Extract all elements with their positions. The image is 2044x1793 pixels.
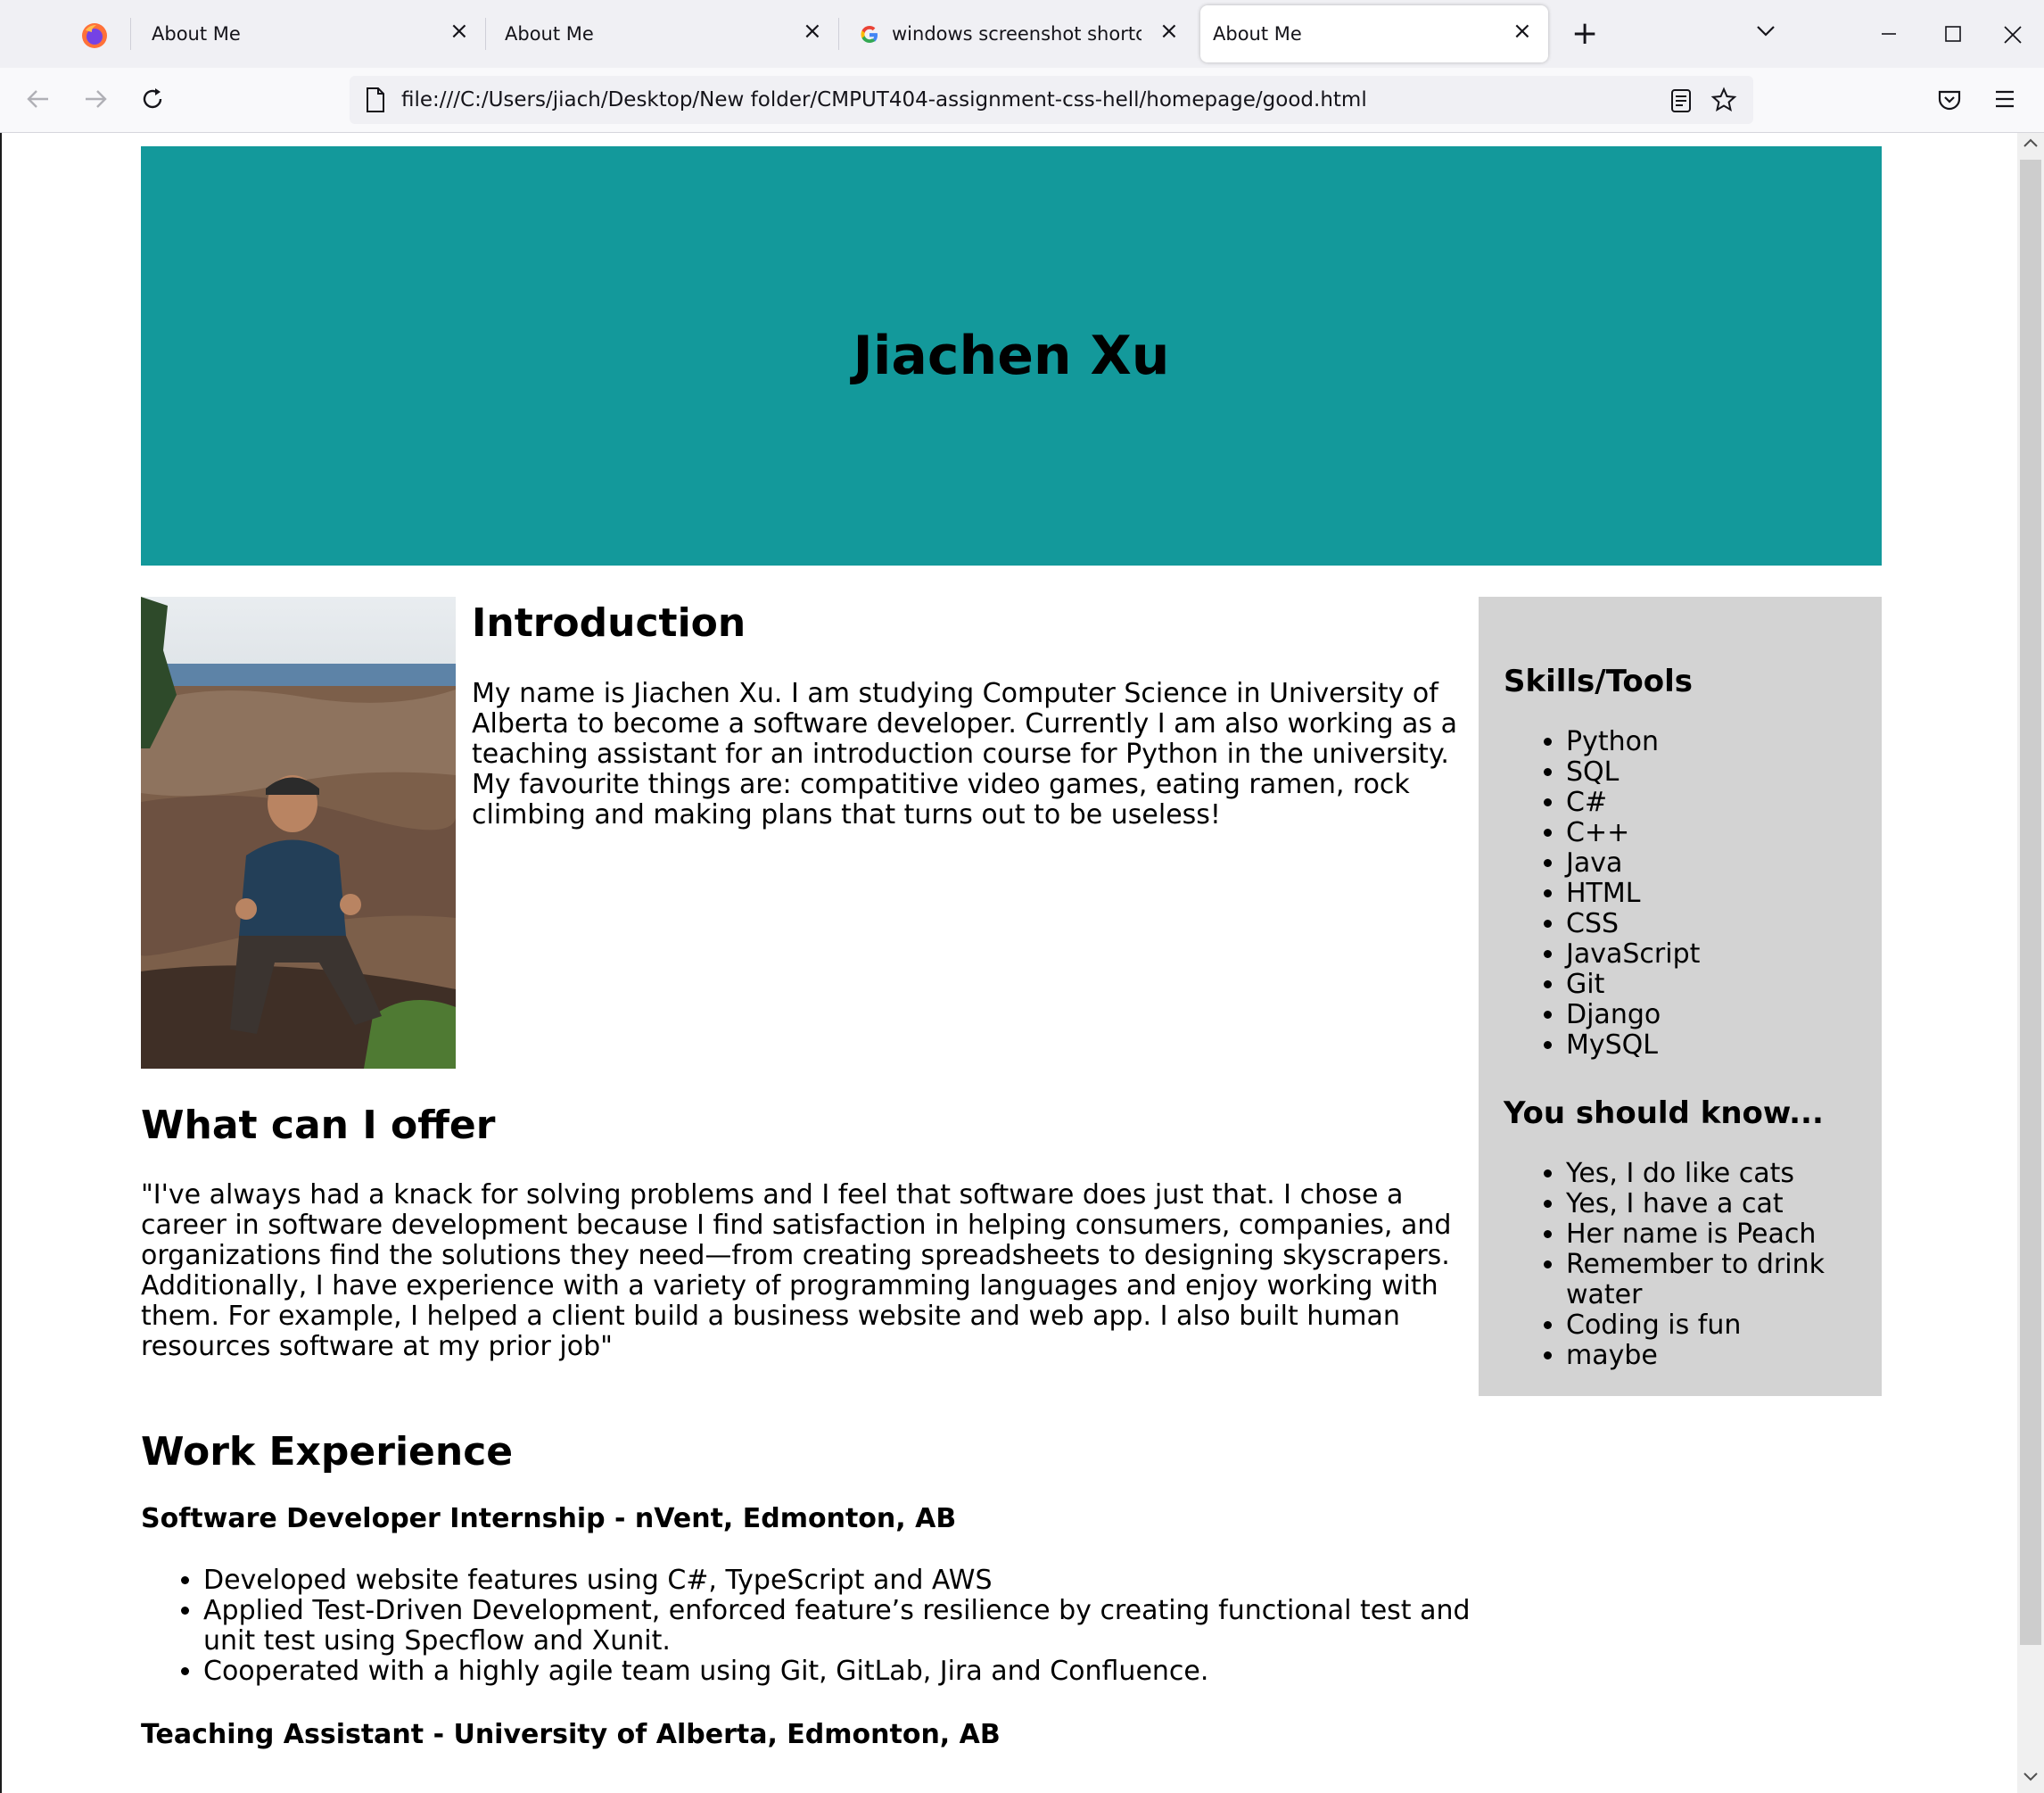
close-icon[interactable]: × — [449, 18, 469, 45]
sidebar: Skills/Tools Python SQL C# C++ Java HTML… — [1479, 597, 1882, 1396]
tab-bar: About Me × About Me × windows screenshot… — [0, 0, 2044, 69]
tab-title: About Me — [1213, 23, 1302, 45]
list-item: C# — [1566, 788, 1882, 818]
you-should-know-heading: You should know... — [1504, 1095, 1824, 1131]
page-title: Jiachen Xu — [853, 325, 1170, 387]
tab-title: windows screenshot shortcut - ( — [892, 23, 1142, 45]
list-item: Developed website features using C#, Typ… — [203, 1566, 1479, 1596]
tab-about-me-1[interactable]: About Me × — [132, 5, 482, 62]
list-item: Git — [1566, 970, 1882, 1000]
profile-photo — [141, 597, 456, 1069]
tab-title: About Me — [152, 23, 241, 45]
reload-icon[interactable] — [139, 86, 166, 112]
skills-heading: Skills/Tools — [1504, 664, 1694, 699]
introduction-text: My name is Jiachen Xu. I am studying Com… — [472, 678, 1457, 830]
list-item: Coding is fun — [1566, 1310, 1882, 1341]
list-item: maybe — [1566, 1341, 1882, 1371]
work-experience-section: Work Experience Software Developer Inter… — [141, 1426, 1479, 1751]
list-item: Python — [1566, 727, 1882, 757]
offer-section: What can I offer "I've always had a knac… — [141, 1100, 1479, 1362]
list-item: JavaScript — [1566, 939, 1882, 970]
close-icon[interactable]: × — [1512, 18, 1532, 45]
tab-separator — [130, 18, 131, 50]
navigation-toolbar: file:///C:/Users/jiach/Desktop/New folde… — [0, 68, 2044, 133]
bookmark-star-icon[interactable] — [1710, 87, 1737, 113]
address-bar[interactable]: file:///C:/Users/jiach/Desktop/New folde… — [350, 76, 1753, 124]
list-item: MySQL — [1566, 1030, 1882, 1061]
list-item: Remember to drink water — [1566, 1250, 1882, 1310]
scrollbar-thumb[interactable] — [2020, 160, 2041, 1645]
tab-about-me-2[interactable]: About Me × — [485, 5, 835, 62]
google-icon — [861, 26, 878, 43]
url-text[interactable]: file:///C:/Users/jiach/Desktop/New folde… — [401, 88, 1367, 112]
forward-icon[interactable] — [82, 86, 109, 112]
list-item: Her name is Peach — [1566, 1219, 1882, 1250]
list-item: Django — [1566, 1000, 1882, 1030]
scroll-down-arrow-icon[interactable] — [2023, 1771, 2039, 1783]
close-icon[interactable]: × — [1159, 18, 1179, 45]
job-duties-list: Developed website features using C#, Typ… — [141, 1566, 1479, 1687]
introduction-heading: Introduction — [472, 600, 746, 646]
offer-heading: What can I offer — [141, 1103, 496, 1148]
maximize-icon[interactable] — [1944, 25, 1962, 43]
tab-title: About Me — [505, 23, 594, 45]
list-item: Cooperated with a highly agile team usin… — [203, 1657, 1479, 1687]
introduction-section: Introduction My name is Jiachen Xu. I am… — [472, 597, 1471, 830]
close-icon[interactable]: × — [803, 18, 822, 45]
back-icon[interactable] — [25, 86, 52, 112]
tab-google-search[interactable]: windows screenshot shortcut - ( × — [838, 5, 1184, 62]
list-item: C++ — [1566, 818, 1882, 848]
page-icon — [367, 87, 384, 112]
close-icon[interactable] — [2003, 25, 2023, 45]
reader-view-icon[interactable] — [1669, 88, 1693, 113]
job-title: Software Developer Internship - nVent, E… — [141, 1503, 957, 1534]
menu-icon[interactable] — [1994, 89, 2015, 109]
tab-about-me-active[interactable]: About Me × — [1200, 5, 1548, 62]
new-tab-button[interactable]: + — [1571, 16, 1598, 52]
vertical-scrollbar[interactable] — [2017, 133, 2044, 1793]
list-item: Java — [1566, 848, 1882, 879]
list-item: Yes, I have a cat — [1566, 1189, 1882, 1219]
firefox-icon[interactable] — [80, 21, 109, 50]
work-experience-heading: Work Experience — [141, 1429, 514, 1475]
list-item: Yes, I do like cats — [1566, 1159, 1882, 1189]
list-item: HTML — [1566, 879, 1882, 909]
list-item: Applied Test-Driven Development, enforce… — [203, 1596, 1479, 1657]
list-item: SQL — [1566, 757, 1882, 788]
list-item: CSS — [1566, 909, 1882, 939]
chevron-down-icon[interactable] — [1753, 18, 1778, 43]
minimize-icon[interactable] — [1880, 32, 1898, 36]
job-title: Teaching Assistant - University of Alber… — [141, 1719, 1001, 1750]
scroll-up-arrow-icon[interactable] — [2023, 136, 2039, 149]
offer-text: "I've always had a knack for solving pro… — [141, 1179, 1452, 1362]
facts-list: Yes, I do like cats Yes, I have a cat He… — [1504, 1159, 1882, 1371]
skills-list: Python SQL C# C++ Java HTML CSS JavaScri… — [1504, 727, 1882, 1061]
header-banner: Jiachen Xu — [141, 146, 1882, 566]
page-viewport: Jiachen Xu Introduction My name is Jiach… — [0, 133, 2019, 1793]
pocket-icon[interactable] — [1937, 87, 1962, 112]
